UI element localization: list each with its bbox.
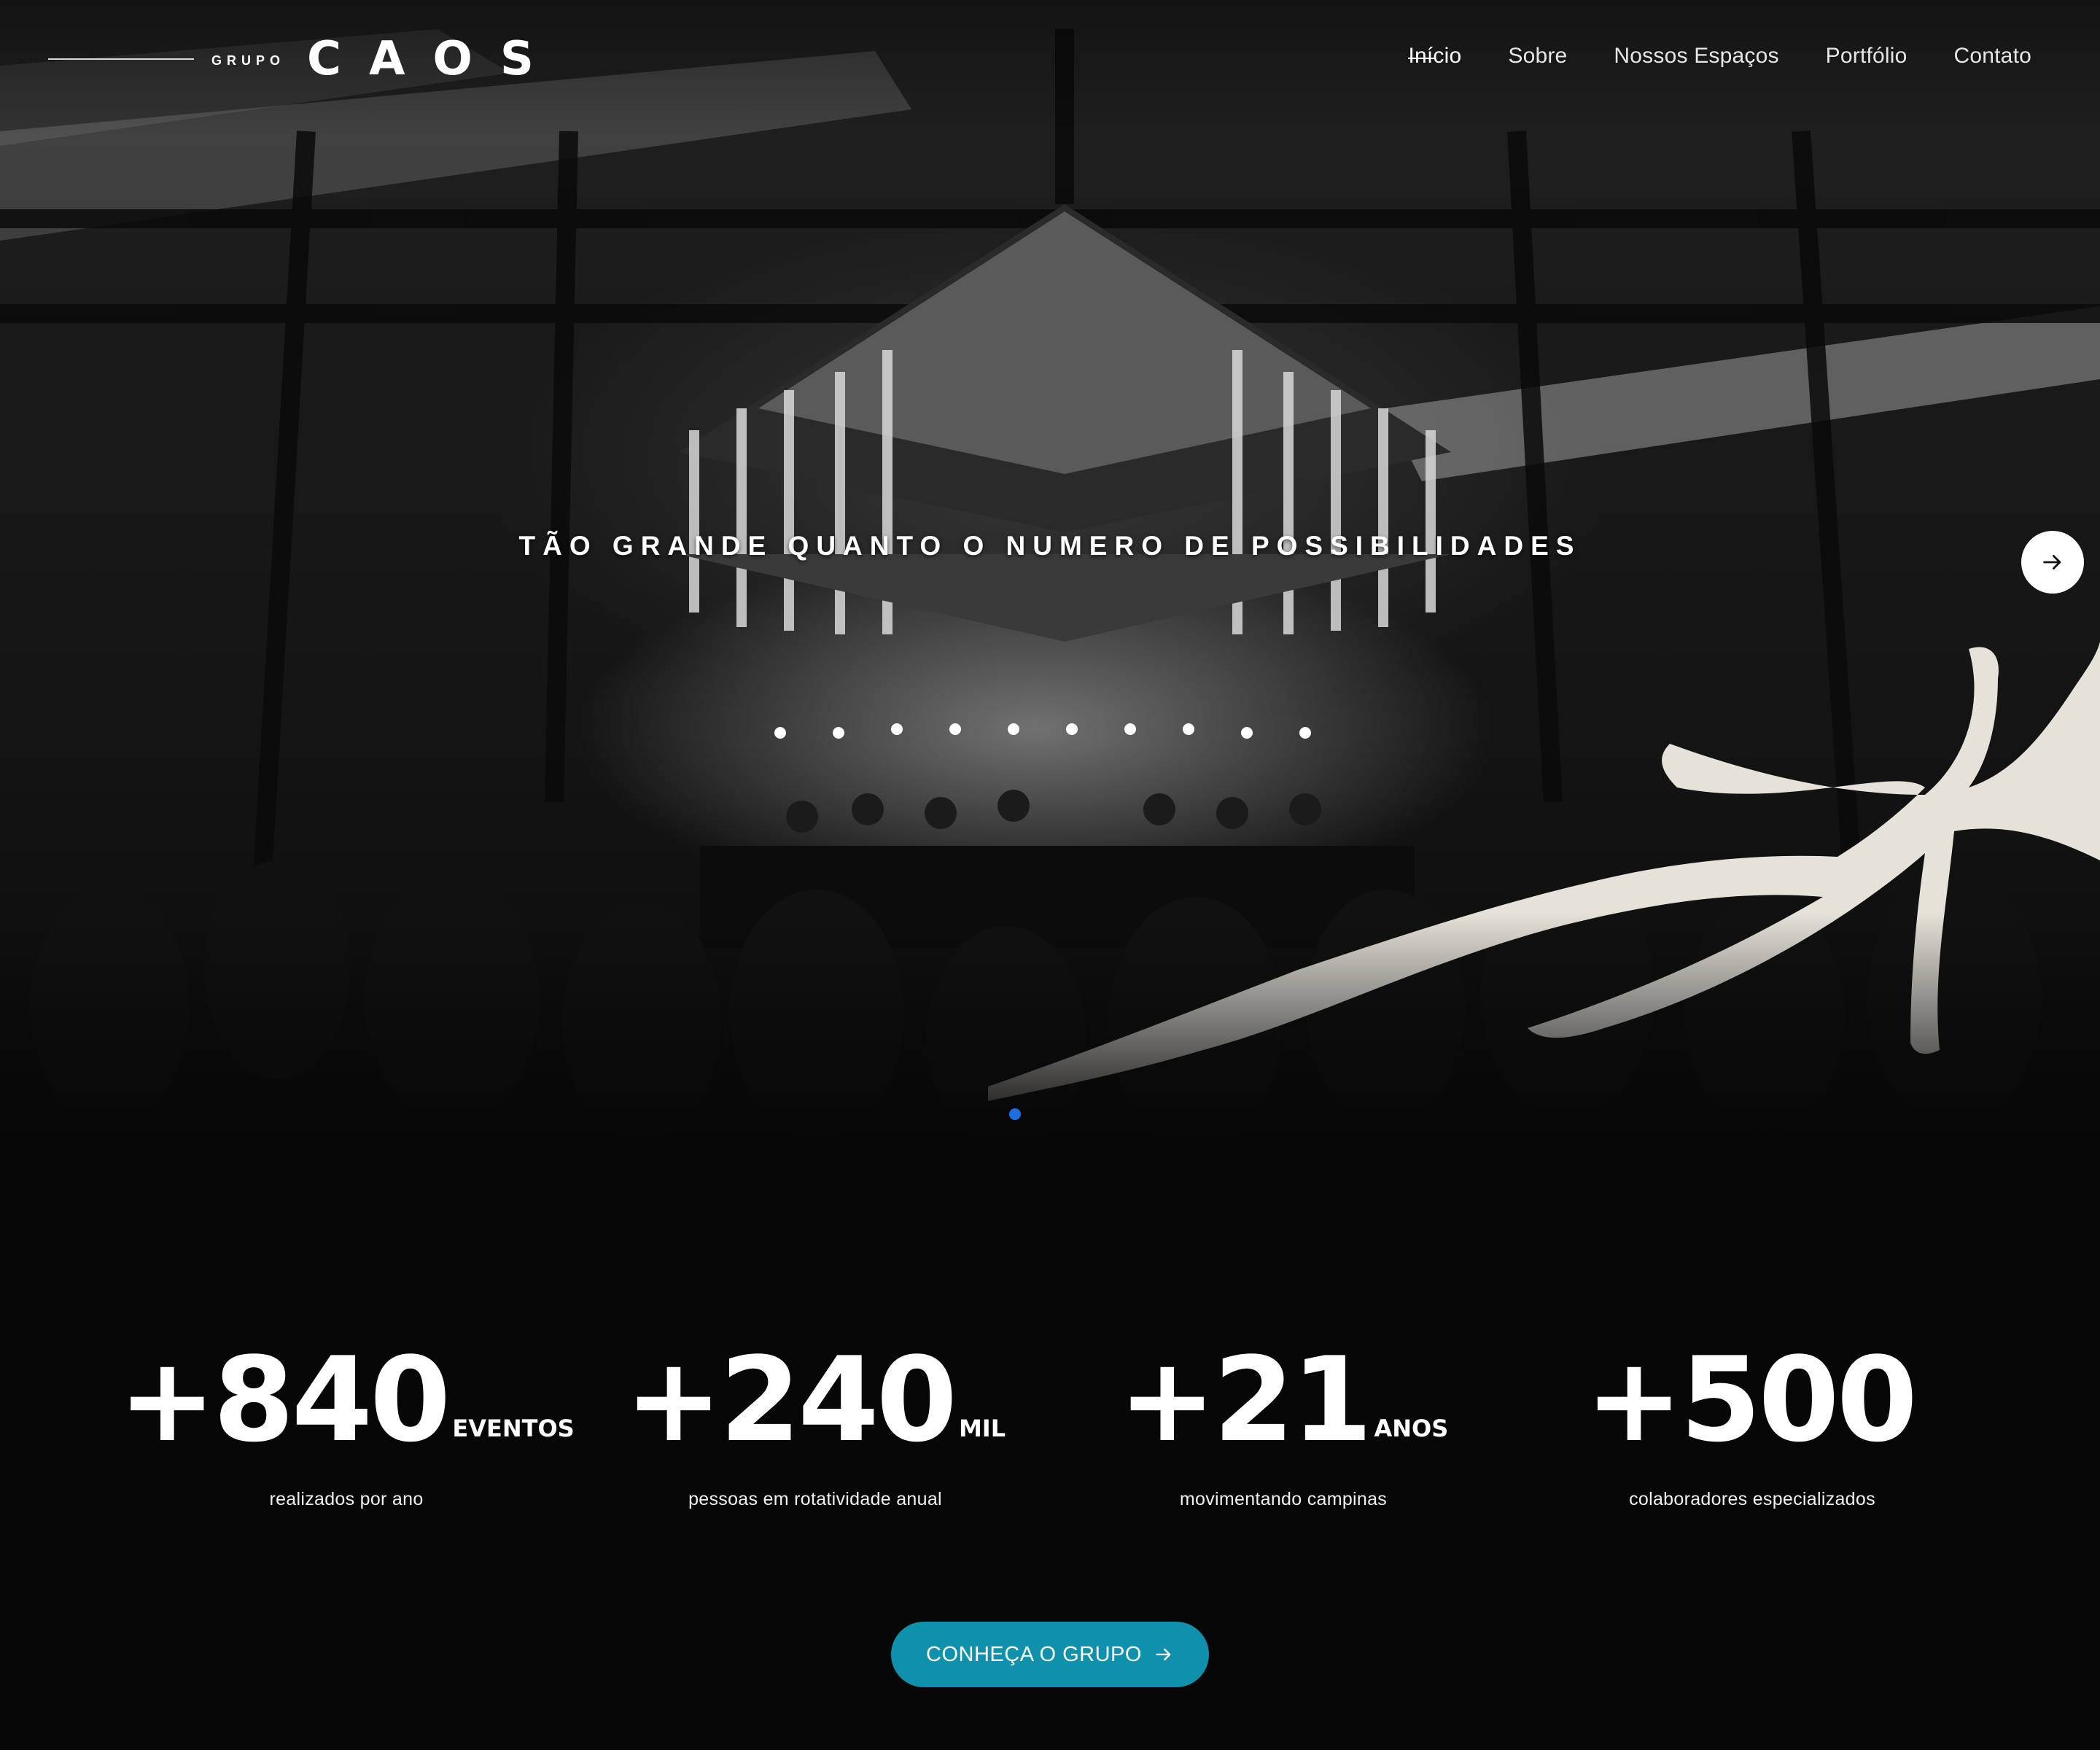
- stat-number: +240: [624, 1331, 957, 1468]
- nav-item-nossos-espacos[interactable]: Nossos Espaços: [1614, 44, 1778, 69]
- site-header: GRUPO CAOS Início Sobre Nossos Espaços P…: [0, 0, 2100, 117]
- conheca-o-grupo-button[interactable]: CONHEÇA O GRUPO: [891, 1622, 1209, 1687]
- hero-slider: GRUPO CAOS Início Sobre Nossos Espaços P…: [0, 0, 2100, 1141]
- arrow-right-icon: [2043, 555, 2061, 569]
- stat-pessoas: +240 MIL pessoas em rotatividade anual: [582, 1342, 1049, 1510]
- stat-caption: realizados por ano: [269, 1489, 424, 1509]
- nav-item-portfolio[interactable]: Portfólio: [1826, 44, 1908, 69]
- logo-main-text: CAOS: [307, 32, 562, 86]
- stat-caption: colaboradores especializados: [1629, 1489, 1875, 1509]
- stat-unit: ANOS: [1374, 1415, 1449, 1442]
- nav-item-sobre[interactable]: Sobre: [1508, 44, 1567, 69]
- stat-unit: EVENTOS: [452, 1415, 575, 1442]
- main-nav: Início Sobre Nossos Espaços Portfólio Co…: [1408, 44, 2031, 69]
- slider-next-button[interactable]: [2021, 531, 2084, 594]
- stat-colaboradores: +500 colaboradores especializados: [1519, 1342, 1986, 1510]
- arrow-right-icon: [1156, 1648, 1171, 1661]
- page: GRUPO CAOS Início Sobre Nossos Espaços P…: [0, 0, 2100, 1750]
- stat-caption: movimentando campinas: [1179, 1489, 1388, 1509]
- stat-unit: MIL: [958, 1415, 1006, 1442]
- hero-overlay: [0, 0, 2100, 1141]
- stat-number: +500: [1584, 1331, 1918, 1468]
- nav-item-contato[interactable]: Contato: [1954, 44, 2031, 69]
- logo[interactable]: GRUPO CAOS: [48, 32, 562, 86]
- hero-tagline: TÃO GRANDE QUANTO O NUMERO DE POSSIBILID…: [518, 531, 1582, 561]
- stats-section: +840 EVENTOS realizados por ano +240 MIL…: [0, 1342, 2100, 1524]
- stat-number: +21: [1118, 1331, 1373, 1468]
- logo-small-text: GRUPO: [211, 52, 286, 68]
- stat-caption: pessoas em rotatividade anual: [688, 1489, 942, 1509]
- stat-eventos: +840 EVENTOS realizados por ano: [113, 1342, 580, 1510]
- stat-anos: +21 ANOS movimentando campinas: [1050, 1342, 1517, 1510]
- logo-line: [48, 58, 194, 60]
- slider-dot-active[interactable]: [1009, 1108, 1021, 1120]
- stat-number: +840: [118, 1331, 451, 1468]
- nav-item-inicio[interactable]: Início: [1408, 44, 1461, 69]
- cta-label: CONHEÇA O GRUPO: [926, 1642, 1142, 1666]
